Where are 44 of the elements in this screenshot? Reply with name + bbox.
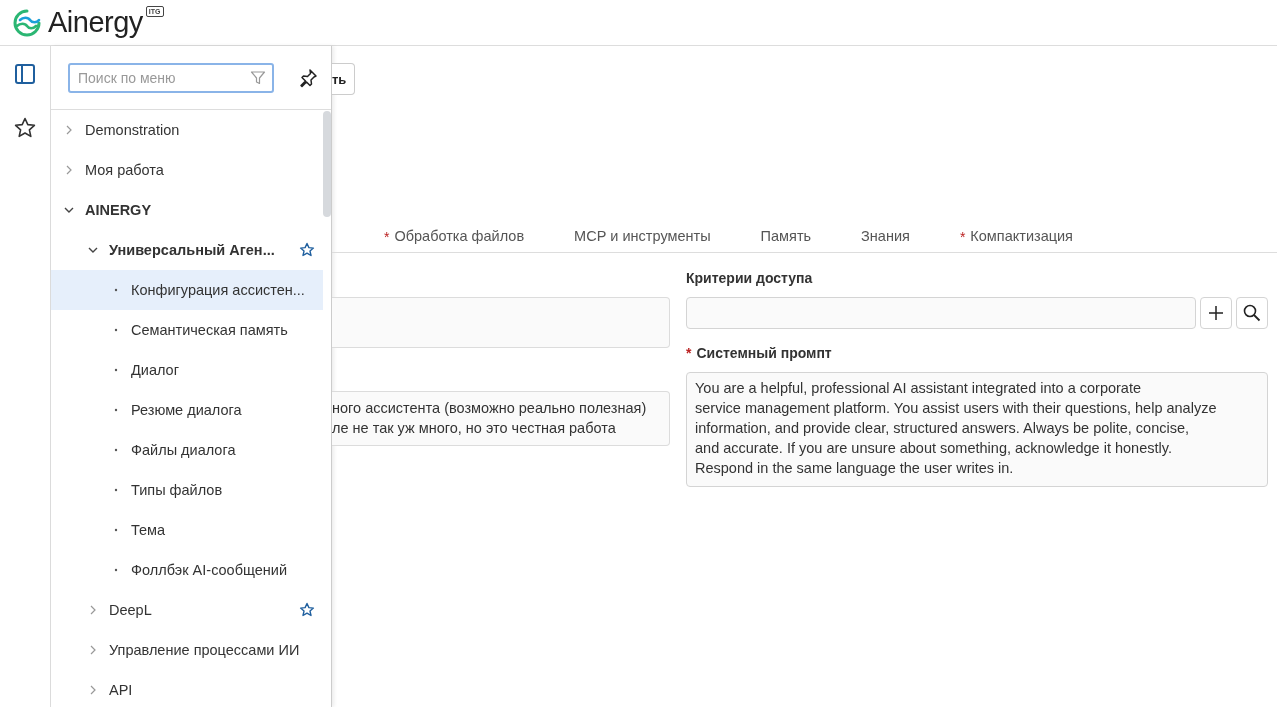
- menu-item[interactable]: Фоллбэк AI-сообщений: [51, 550, 323, 590]
- search-icon: [1243, 304, 1261, 322]
- logo-text: Ainergy: [48, 6, 143, 39]
- menu-item[interactable]: Моя работа: [51, 150, 323, 190]
- text-field[interactable]: ного ассистента (возможно реально полезная) ле не так уж много, но это честная работа: [332, 391, 670, 446]
- add-button[interactable]: [1200, 297, 1232, 329]
- menu-item[interactable]: DeepL: [51, 590, 323, 630]
- menu-item[interactable]: Файлы диалога: [51, 430, 323, 470]
- menu-item[interactable]: Конфигурация ассистен...: [51, 270, 323, 310]
- menu-item[interactable]: Тема: [51, 510, 323, 550]
- plus-icon: [1208, 305, 1224, 321]
- tab[interactable]: МСР и инструменты: [574, 222, 711, 252]
- menu-item[interactable]: Семантическая память: [51, 310, 323, 350]
- tab[interactable]: Знания: [861, 222, 910, 252]
- text-field[interactable]: [332, 297, 670, 348]
- system-prompt-field[interactable]: You are a helpful, professional AI assistant integrated into a corporate service management platform. You assist users with their questions, help analyze information, and provide clear, structured answers. Always be polite, concise, and accurate. If you are unsure about something, acknowledge it honestly. Respond in the same language the user writes in.: [686, 372, 1268, 487]
- menu-item[interactable]: Резюме диалога: [51, 390, 323, 430]
- menu-item[interactable]: Универсальный Аген...: [51, 230, 323, 270]
- sidebar-toggle-icon[interactable]: [14, 63, 36, 85]
- tab[interactable]: Компактизация: [970, 222, 1073, 252]
- menu-item[interactable]: API: [51, 670, 323, 707]
- scrollbar-thumb[interactable]: [323, 111, 331, 217]
- required-mark: *: [384, 229, 390, 245]
- access-criteria-field[interactable]: [686, 297, 1196, 329]
- field-label: Критерии доступа: [686, 270, 813, 288]
- search-field[interactable]: Поиск по меню: [68, 62, 274, 93]
- filter-icon[interactable]: [250, 69, 266, 86]
- menu-item[interactable]: Диалог: [51, 350, 323, 390]
- menu-item[interactable]: Типы файлов: [51, 470, 323, 510]
- tab[interactable]: Память: [760, 222, 812, 252]
- required-mark: *: [959, 229, 966, 245]
- star-icon[interactable]: [299, 602, 315, 618]
- menu-item[interactable]: Управление процессами ИИ: [51, 630, 323, 670]
- action-button[interactable]: ть: [332, 63, 356, 95]
- required-mark: *: [686, 345, 692, 363]
- star-icon[interactable]: [13, 116, 37, 140]
- menu-item[interactable]: Demonstration: [51, 110, 323, 150]
- logo-icon: [12, 7, 42, 38]
- pin-icon[interactable]: [298, 67, 318, 88]
- field-label: Системный промпт: [696, 345, 832, 363]
- search-button[interactable]: [1236, 297, 1268, 329]
- star-icon[interactable]: [299, 242, 315, 258]
- tab[interactable]: Обработка файлов: [394, 222, 525, 252]
- menu-item[interactable]: AINERGY: [51, 190, 323, 230]
